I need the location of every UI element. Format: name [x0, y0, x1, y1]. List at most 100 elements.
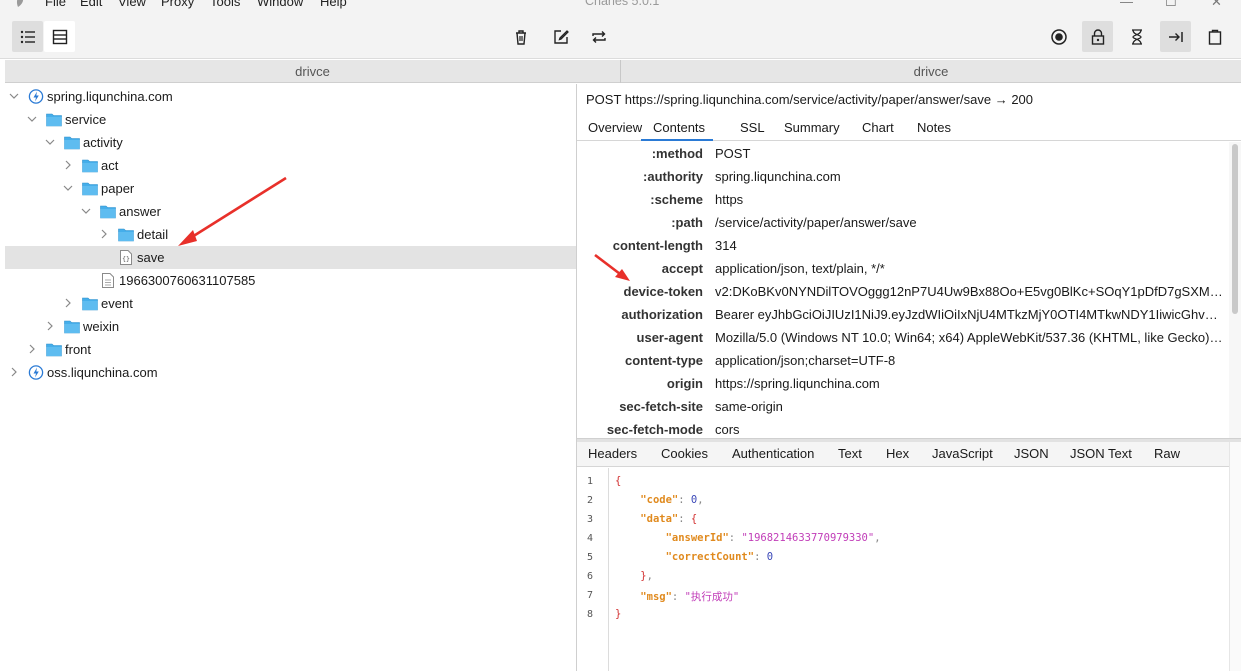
menu-file[interactable]: File: [45, 0, 66, 9]
tree-node-paper[interactable]: paper: [5, 177, 576, 200]
tree-node-label: paper: [101, 181, 135, 196]
tree-node-detail[interactable]: detail: [5, 223, 576, 246]
tab-overview[interactable]: Overview: [588, 120, 642, 141]
headers-scrollbar[interactable]: [1229, 142, 1241, 438]
header-row[interactable]: :method POST: [577, 142, 1229, 165]
list-view-button[interactable]: [12, 21, 43, 52]
header-key: content-length: [612, 238, 703, 253]
tree-node-front[interactable]: front: [5, 338, 576, 361]
sequence-view-button[interactable]: [44, 21, 75, 52]
tree-node-act[interactable]: act: [5, 154, 576, 177]
tab-javascript[interactable]: JavaScript: [932, 446, 993, 461]
header-key: user-agent: [636, 330, 703, 345]
json-body-viewer[interactable]: 1 2 3 4 5 6 7 8 { "code": 0, "data": { "answerI…: [577, 468, 1229, 671]
tree-node-service[interactable]: service: [5, 108, 576, 131]
clipboard-button[interactable]: [1199, 21, 1230, 52]
folder-icon: [82, 159, 98, 173]
tree-node-answer[interactable]: answer: [5, 200, 576, 223]
tab-drivce-left[interactable]: drivce: [5, 60, 620, 83]
tree-node-spring-liqunchina-com[interactable]: spring.liqunchina.com: [5, 85, 576, 108]
chevron-right-icon[interactable]: [26, 343, 38, 355]
chevron-right-icon[interactable]: [62, 297, 74, 309]
chevron-right-icon[interactable]: [98, 228, 110, 240]
header-row[interactable]: :scheme https: [577, 188, 1229, 211]
tab-summary[interactable]: Summary: [784, 120, 840, 141]
header-row[interactable]: sec-fetch-mode cors: [577, 418, 1229, 438]
tree-node-label: front: [65, 342, 92, 357]
menu-window[interactable]: Window: [257, 0, 303, 9]
tab-contents[interactable]: Contents: [641, 120, 714, 141]
chevron-down-icon[interactable]: [44, 136, 56, 148]
menu-bar: File Edit View Proxy Tools Window Help C…: [0, 0, 1241, 12]
chevron-down-icon[interactable]: [8, 90, 20, 102]
tree-node-activity[interactable]: activity: [5, 131, 576, 154]
tab-ssl[interactable]: SSL: [740, 120, 765, 141]
header-row[interactable]: sec-fetch-site same-origin: [577, 395, 1229, 418]
header-row[interactable]: :path/service/activity/paper/answer/save: [577, 211, 1229, 234]
repeat-button[interactable]: [583, 21, 614, 52]
tab-raw[interactable]: Raw: [1154, 446, 1180, 461]
line-number: 1: [586, 476, 593, 487]
throttle-button[interactable]: [1121, 21, 1152, 52]
tab-json[interactable]: JSON: [1014, 446, 1049, 461]
menu-tools[interactable]: Tools: [210, 0, 240, 9]
json-token-brace: {: [690, 513, 698, 525]
breakpoints-button[interactable]: [1160, 21, 1191, 52]
clear-button[interactable]: [505, 21, 536, 52]
edit-button[interactable]: [545, 21, 576, 52]
structure-tree: spring.liqunchina.com service activity act p…: [5, 84, 576, 671]
chevron-down-icon[interactable]: [26, 113, 38, 125]
json-token-punc: :: [754, 551, 767, 563]
tab-text[interactable]: Text: [838, 446, 862, 461]
menu-view[interactable]: View: [118, 0, 146, 9]
body-view-tabs: Headers Cookies Authentication Text Hex …: [577, 442, 1229, 467]
body-scrollbar[interactable]: [1229, 442, 1241, 671]
chevron-down-icon[interactable]: [80, 205, 92, 217]
maximize-icon[interactable]: ☐: [1165, 0, 1177, 10]
header-row[interactable]: accept application/json, text/plain, */*: [577, 257, 1229, 280]
tab-headers[interactable]: Headers: [588, 446, 637, 461]
tree-node-oss-liqunchina-com[interactable]: oss.liqunchina.com: [5, 361, 576, 384]
tree-node-weixin[interactable]: weixin: [5, 315, 576, 338]
trash-icon: [515, 29, 526, 45]
header-row[interactable]: content-type application/json;charset=UTF…: [577, 349, 1229, 372]
header-row[interactable]: :authority spring.liqunchina.com: [577, 165, 1229, 188]
chevron-right-icon[interactable]: [62, 159, 74, 171]
tab-json-text[interactable]: JSON Text: [1070, 446, 1132, 461]
headers-scrollbar-thumb[interactable]: [1232, 144, 1238, 314]
close-icon[interactable]: ✕: [1211, 0, 1222, 10]
line-number: 8: [586, 609, 593, 620]
menu-edit[interactable]: Edit: [80, 0, 102, 9]
line-number: 3: [586, 514, 593, 525]
tab-cookies[interactable]: Cookies: [661, 446, 708, 461]
header-row[interactable]: content-length 314: [577, 234, 1229, 257]
tree-node-1966300760631107585[interactable]: 1966300760631107585: [5, 269, 576, 292]
header-value: Mozilla/5.0 (Windows NT 10.0; Win64; x64…: [715, 330, 1223, 345]
minimize-icon[interactable]: —: [1120, 0, 1133, 9]
chevron-right-icon[interactable]: [44, 320, 56, 332]
tab-hex[interactable]: Hex: [886, 446, 909, 461]
menu-help[interactable]: Help: [320, 0, 347, 9]
tree-node-save[interactable]: {} save: [5, 246, 576, 269]
line-number: 4: [586, 533, 593, 544]
line-number-gutter: 1 2 3 4 5 6 7 8: [577, 468, 609, 671]
header-row[interactable]: device-token v2:DKoBKv0NYNDilTOVOggg12nP7…: [577, 280, 1229, 303]
record-button[interactable]: [1043, 21, 1074, 52]
tree-node-event[interactable]: event: [5, 292, 576, 315]
charles-app-icon: [16, 0, 24, 7]
header-row[interactable]: origin https://spring.liqunchina.com: [577, 372, 1229, 395]
ssl-proxying-button[interactable]: [1082, 21, 1113, 52]
tab-notes[interactable]: Notes: [917, 120, 951, 141]
menu-proxy[interactable]: Proxy: [161, 0, 194, 9]
header-key: :scheme: [650, 192, 703, 207]
header-row[interactable]: user-agent Mozilla/5.0 (Windows NT 10.0; …: [577, 326, 1229, 349]
header-row[interactable]: authorization Bearer eyJhbGciOiJIUzI1NiJ9…: [577, 303, 1229, 326]
svg-text:{}: {}: [122, 255, 130, 263]
chevron-right-icon[interactable]: [8, 366, 20, 378]
chevron-down-icon[interactable]: [62, 182, 74, 194]
header-key: origin: [666, 376, 703, 391]
tab-authentication[interactable]: Authentication: [732, 446, 814, 461]
tab-drivce-right[interactable]: drivce: [621, 60, 1241, 83]
tab-chart[interactable]: Chart: [862, 120, 894, 141]
